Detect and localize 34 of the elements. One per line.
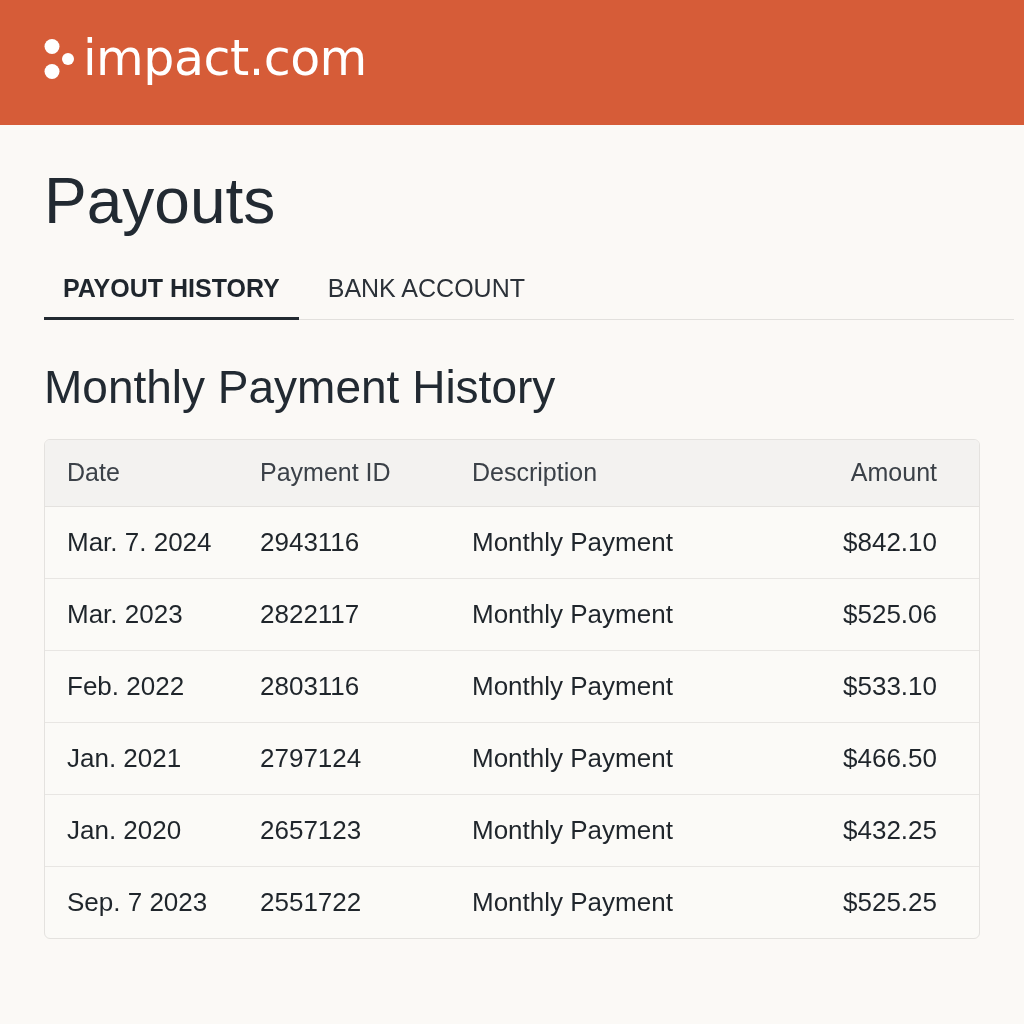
table-cell: $432.25 [843,815,937,846]
table-cell: $842.10 [843,527,937,558]
column-header: Description [472,458,599,488]
tab[interactable]: BANK ACCOUNT [308,273,544,320]
table-cell: $466.50 [843,743,937,774]
table-cell-text: Jan. 2021 [67,743,183,774]
table-cell-text: 2657123 [260,815,363,846]
table-cell-text: Monthly Payment [472,815,674,846]
column-header: Amount [850,458,937,488]
table-cell-text: 2822117 [260,599,361,630]
dots-logo-icon [44,38,74,79]
table-cell-text: Sep. 7 2023 [67,887,209,918]
table-cell-text: 2797124 [260,743,363,774]
table-cell-text: Jan. 2020 [67,815,183,846]
table-cell-text: Monthly Payment [472,743,674,774]
table-cell-text: 2803116 [260,671,361,702]
table-cell: $525.25 [843,887,937,918]
table-cell-text: Monthly Payment [472,887,674,918]
table-cell-text: Feb. 2022 [67,671,186,702]
table-cell: $525.06 [843,599,937,630]
table-cell-text: 2943116 [260,527,361,558]
table-cell-text: Monthly Payment [472,599,674,630]
table-cell: $533.10 [843,671,937,702]
column-header: Payment ID [260,458,392,488]
table-cell-text: Mar. 2023 [67,599,184,630]
table-cell-text: 2551722 [260,887,363,918]
table-cell-text: Monthly Payment [472,671,674,702]
page-title: Payouts [44,164,277,239]
logo-text[interactable]: impact.com [83,34,367,83]
table-cell-text: Monthly Payment [472,527,674,558]
column-header: Date [67,458,121,488]
table-cell-text: Mar. 7. 2024 [67,527,213,558]
tab[interactable]: PAYOUT HISTORY [44,273,299,320]
section-heading: Monthly Payment History [44,359,557,415]
